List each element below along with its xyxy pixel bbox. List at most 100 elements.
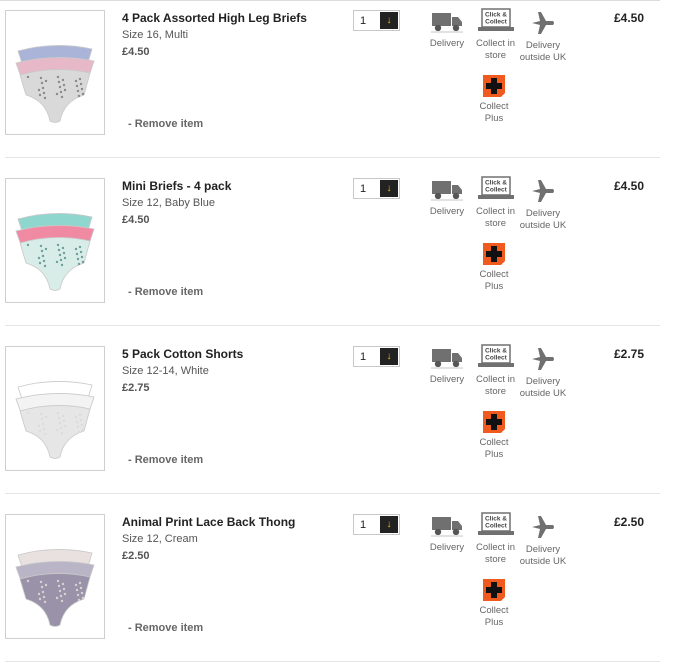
product-image[interactable]	[5, 10, 105, 135]
collect-plus-label-1: Collect	[479, 605, 509, 616]
print-pattern-dot	[62, 587, 66, 591]
click-collect-text-1: Click &	[484, 516, 506, 523]
quantity-value: 1	[360, 519, 367, 531]
print-pattern-dot	[81, 428, 85, 432]
product-image[interactable]	[5, 514, 105, 639]
airplane-icon	[532, 516, 554, 538]
remove-item-link[interactable]: - Remove item	[128, 454, 203, 466]
quantity-dropdown-button[interactable]: ↓	[380, 348, 398, 365]
print-pattern-dot	[39, 76, 43, 80]
quantity-selector[interactable]: 1 ↓	[353, 10, 400, 31]
remove-item-link[interactable]: - Remove item	[128, 622, 203, 634]
line-total-price: £4.50	[614, 11, 645, 25]
print-pattern-dot	[77, 598, 81, 602]
product-thumbnail-graphic	[15, 549, 95, 627]
product-thumbnail-graphic	[15, 213, 95, 291]
print-pattern-dot	[74, 79, 78, 83]
collect-in-store-option[interactable]: Click & Collect Collect in store	[473, 512, 518, 566]
collect-plus-option[interactable]: Collect Plus	[476, 411, 512, 461]
print-pattern-dot	[75, 252, 79, 256]
delivery-option[interactable]: Delivery	[427, 346, 467, 386]
print-pattern-dot	[79, 250, 83, 254]
product-image[interactable]	[5, 178, 105, 303]
quantity-selector[interactable]: 1 ↓	[353, 346, 400, 367]
print-pattern-dot	[79, 418, 83, 422]
quantity-dropdown-button[interactable]: ↓	[380, 12, 398, 29]
print-pattern-dot	[56, 579, 60, 583]
collect-plus-label-2: Plus	[484, 617, 504, 628]
remove-item-link[interactable]: - Remove item	[128, 118, 203, 130]
print-pattern-dot	[26, 243, 30, 247]
product-title[interactable]: 5 Pack Cotton Shorts	[122, 347, 243, 361]
collect-plus-option[interactable]: Collect Plus	[476, 75, 512, 125]
quantity-selector[interactable]: 1 ↓	[353, 178, 400, 199]
click-collect-text-1: Click &	[484, 348, 506, 355]
collect-in-store-option[interactable]: Click & Collect Collect in store	[473, 176, 518, 230]
print-pattern-dot	[44, 247, 48, 251]
product-title[interactable]: 4 Pack Assorted High Leg Briefs	[122, 11, 307, 25]
product-title[interactable]: Mini Briefs - 4 pack	[122, 179, 231, 193]
print-pattern-dot	[60, 599, 64, 603]
print-pattern-dot	[59, 426, 63, 430]
product-title[interactable]: Animal Print Lace Back Thong	[122, 515, 295, 529]
print-pattern-dot	[41, 590, 45, 594]
print-pattern-dot	[26, 411, 30, 415]
quantity-value: 1	[360, 183, 367, 195]
collect-plus-icon	[483, 243, 505, 265]
quantity-dropdown-button[interactable]: ↓	[380, 516, 398, 533]
delivery-truck-icon	[431, 517, 463, 537]
print-pattern-dot	[42, 91, 46, 95]
collect-in-store-option[interactable]: Click & Collect Collect in store	[473, 8, 518, 62]
print-pattern-dot	[38, 429, 42, 433]
basket-item: 5 Pack Cotton Shorts Size 12-14, White £…	[0, 336, 673, 504]
print-pattern-dot	[77, 94, 81, 98]
collect-plus-label-2: Plus	[484, 281, 504, 292]
product-variant: Size 12-14, White	[122, 365, 209, 377]
quantity-selector[interactable]: 1 ↓	[353, 514, 400, 535]
print-pattern-dot	[55, 92, 59, 96]
delivery-truck-icon	[431, 349, 463, 369]
delivery-outside-uk-option[interactable]: Delivery outside UK	[518, 346, 568, 400]
basket-item: Animal Print Lace Back Thong Size 12, Cr…	[0, 504, 673, 672]
collect-in-store-option[interactable]: Click & Collect Collect in store	[473, 344, 518, 398]
quantity-value: 1	[360, 351, 367, 363]
collect-plus-icon	[483, 411, 505, 433]
print-pattern-dot	[55, 428, 59, 432]
product-thumbnail-graphic	[15, 381, 95, 459]
remove-item-link[interactable]: - Remove item	[128, 286, 203, 298]
collect-plus-label-1: Collect	[479, 101, 509, 112]
print-pattern-dot	[57, 80, 61, 84]
print-pattern-dot	[62, 251, 66, 255]
print-pattern-dot	[76, 425, 80, 429]
print-pattern-dot	[75, 588, 79, 592]
print-pattern-dot	[79, 82, 83, 86]
print-pattern-dot	[81, 92, 85, 96]
delivery-outside-uk-option[interactable]: Delivery outside UK	[518, 10, 568, 64]
delivery-option[interactable]: Delivery	[427, 514, 467, 554]
print-pattern-dot	[58, 85, 62, 89]
print-pattern-dot	[39, 580, 43, 584]
print-pattern-dot	[59, 594, 63, 598]
collect-plus-option[interactable]: Collect Plus	[476, 243, 512, 293]
print-pattern-dot	[79, 586, 83, 590]
collect-plus-icon	[483, 75, 505, 97]
collect-plus-option[interactable]: Collect Plus	[476, 579, 512, 629]
delivery-label: Delivery	[429, 374, 465, 385]
product-image[interactable]	[5, 346, 105, 471]
product-variant: Size 12, Baby Blue	[122, 197, 215, 209]
collect-plus-label-2: Plus	[484, 449, 504, 460]
outside-uk-label-1: Delivery	[525, 40, 561, 51]
delivery-outside-uk-option[interactable]: Delivery outside UK	[518, 514, 568, 568]
quantity-dropdown-button[interactable]: ↓	[380, 180, 398, 197]
print-pattern-dot	[63, 592, 67, 596]
print-pattern-dot	[40, 585, 44, 589]
delivery-option[interactable]: Delivery	[427, 178, 467, 218]
print-pattern-dot	[78, 413, 82, 417]
delivery-outside-uk-option[interactable]: Delivery outside UK	[518, 178, 568, 232]
click-collect-text-2: Collect	[485, 523, 508, 530]
print-pattern-dot	[76, 593, 80, 597]
print-pattern-dot	[43, 264, 47, 268]
delivery-option[interactable]: Delivery	[427, 10, 467, 50]
print-pattern-dot	[78, 581, 82, 585]
print-pattern-dot	[60, 431, 64, 435]
